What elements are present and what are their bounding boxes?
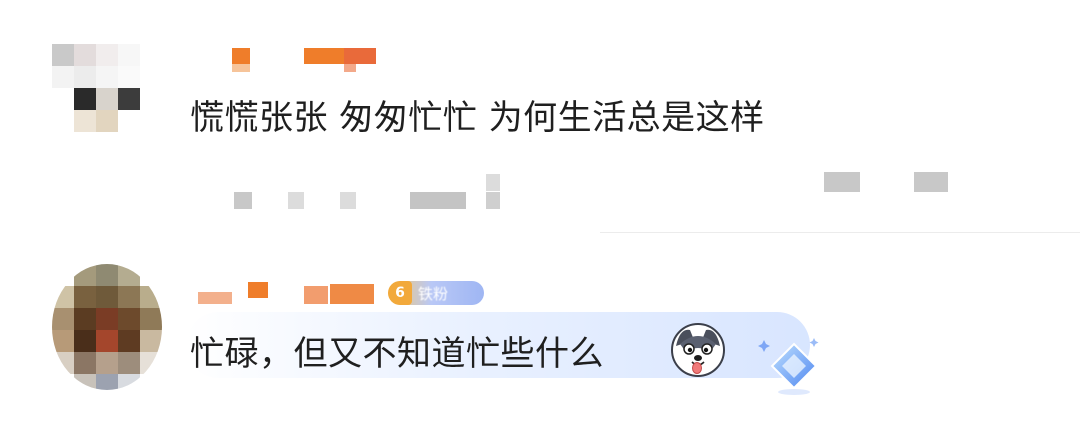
avatar[interactable] xyxy=(52,44,148,140)
diamond-gem-icon xyxy=(758,338,819,395)
comment-item: 6 铁粉 忙碌，但又不知道忙些什么 xyxy=(0,236,1080,426)
fan-level-badge[interactable]: 6 铁粉 xyxy=(388,281,484,305)
avatar[interactable] xyxy=(52,264,162,390)
comment-list: 慌慌张张 匆匆忙忙 为何生活总是这样 6 铁粉 忙碌，但又不知道忙些什么 xyxy=(0,0,1080,426)
divider xyxy=(600,232,1080,233)
comment-text: 忙碌，但又不知道忙些什么 xyxy=(190,334,604,374)
comment-item: 慌慌张张 匆匆忙忙 为何生活总是这样 xyxy=(0,0,1080,236)
level-label: 铁粉 xyxy=(418,284,449,303)
username[interactable] xyxy=(222,44,382,76)
husky-emoji-icon xyxy=(671,323,725,377)
level-number: 6 xyxy=(388,281,412,305)
username[interactable] xyxy=(196,278,396,310)
comment-meta xyxy=(230,172,970,216)
comment-text: 慌慌张张 匆匆忙忙 为何生活总是这样 xyxy=(190,98,765,138)
